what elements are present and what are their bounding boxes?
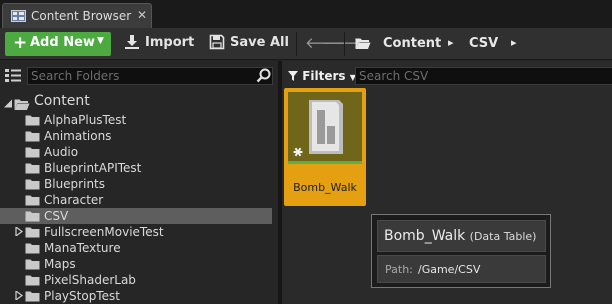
asset-name: Bomb_Walk	[293, 181, 357, 194]
save-all-label: Save All	[230, 35, 289, 50]
folder-label: Audio	[44, 145, 79, 159]
tooltip-body: Path: /Game/CSV	[377, 255, 546, 283]
tooltip-path-value: /Game/CSV	[418, 263, 481, 276]
plus-icon: +	[13, 33, 28, 53]
folder-icon	[25, 211, 40, 222]
folder-tree-item[interactable]: Maps	[0, 256, 272, 272]
import-button[interactable]: Import	[124, 32, 194, 56]
folder-icon	[25, 243, 40, 254]
close-icon[interactable]: ✕	[137, 8, 147, 22]
add-new-label: Add New	[30, 35, 95, 50]
breadcrumb-item-csv[interactable]: CSV	[469, 36, 498, 51]
filters-label: Filters	[302, 69, 346, 83]
search-folders-input[interactable]	[27, 67, 273, 85]
folder-tree-item[interactable]: AlphaPlusTest	[0, 112, 272, 128]
open-folder-icon	[355, 38, 371, 49]
breadcrumb-separator-icon[interactable]: ▸	[511, 36, 517, 49]
folder-label: Content	[34, 93, 90, 109]
expanded-arrow-icon[interactable]	[4, 99, 12, 108]
folder-label: CSV	[44, 209, 69, 223]
tab-content-browser[interactable]: Content Browser ✕	[2, 3, 152, 28]
tooltip-header: Bomb_Walk (Data Table)	[377, 220, 546, 252]
folder-tree-item[interactable]: PixelShaderLab	[0, 272, 272, 288]
chevron-down-icon: ▼	[97, 36, 104, 46]
collapsed-arrow-icon[interactable]	[15, 291, 23, 300]
collapsed-arrow-icon[interactable]	[15, 227, 23, 236]
folder-tree-item[interactable]: Animations	[0, 128, 272, 144]
funnel-icon	[288, 71, 298, 81]
asset-tile[interactable]: Bomb_Walk	[284, 88, 366, 206]
folder-label: BlueprintAPITest	[44, 161, 142, 175]
folder-label: Character	[44, 193, 104, 207]
toolbar-divider	[296, 32, 297, 56]
folder-icon	[25, 275, 40, 286]
save-all-button[interactable]: Save All	[209, 32, 289, 56]
tooltip-asset-type: (Data Table)	[469, 230, 537, 243]
filters-button[interactable]: Filters ▼	[288, 69, 356, 83]
folder-tree-root[interactable]: Content	[0, 93, 272, 110]
folder-tree-item[interactable]: CSV	[0, 208, 272, 224]
search-assets-input[interactable]	[355, 67, 612, 85]
open-folder-icon	[14, 99, 30, 110]
tab-label: Content Browser	[31, 9, 132, 23]
folder-label: AlphaPlusTest	[44, 113, 127, 127]
folder-icon	[25, 147, 40, 158]
tree-view-icon[interactable]	[5, 68, 21, 82]
tooltip-path-label: Path:	[385, 263, 413, 276]
folder-tree-item[interactable]: FullscreenMovieTest	[0, 224, 272, 240]
tooltip-asset-name: Bomb_Walk	[384, 228, 466, 244]
import-label: Import	[145, 35, 195, 50]
search-icon[interactable]	[256, 68, 271, 83]
folder-icon	[25, 115, 40, 126]
asset-tooltip: Bomb_Walk (Data Table) Path: /Game/CSV	[371, 214, 551, 288]
add-new-button[interactable]: + Add New ▼	[5, 32, 111, 56]
folder-tree-item[interactable]: Audio	[0, 144, 272, 160]
folder-icon	[25, 227, 40, 238]
tab-strip: Content Browser ✕	[0, 0, 612, 28]
folder-icon	[25, 291, 40, 302]
folder-icon	[25, 131, 40, 142]
folders-panel: Content AlphaPlusTest Animations Audio Bluep…	[0, 61, 278, 304]
content-browser-icon	[11, 10, 26, 22]
folder-tree-item[interactable]: Blueprints	[0, 176, 272, 192]
folder-tree-item[interactable]: Character	[0, 192, 272, 208]
folder-icon	[25, 163, 40, 174]
folder-tree-item[interactable]: BlueprintAPITest	[0, 160, 272, 176]
folder-tree-item[interactable]: PlayStopTest	[0, 288, 272, 304]
folder-label: FullscreenMovieTest	[44, 225, 164, 239]
folders-header	[0, 65, 278, 87]
folder-icon	[25, 195, 40, 206]
folder-label: Blueprints	[44, 177, 106, 191]
folder-label: PixelShaderLab	[44, 273, 136, 287]
folder-icon	[25, 259, 40, 270]
download-icon	[125, 35, 139, 49]
floppy-disk-icon	[209, 34, 225, 50]
asterisk-icon	[293, 147, 303, 157]
breadcrumb-separator-icon[interactable]: ▸	[448, 36, 454, 49]
folder-label: Animations	[44, 129, 112, 143]
toolbar-divider	[344, 32, 345, 56]
folder-label: ManaTexture	[44, 241, 121, 255]
folder-icon	[25, 179, 40, 190]
tooltip-title: Bomb_Walk (Data Table)	[384, 228, 536, 244]
assets-header: Filters ▼	[282, 65, 612, 87]
folder-label: Maps	[44, 257, 76, 271]
toolbar: + Add New ▼ Import Save All 🡐 🡒 Content …	[0, 28, 612, 60]
asset-thumbnail	[288, 92, 362, 164]
breadcrumb-item-content[interactable]: Content	[383, 36, 441, 51]
folder-tree-item[interactable]: ManaTexture	[0, 240, 272, 256]
data-table-icon	[293, 100, 343, 157]
folder-label: PlayStopTest	[44, 289, 120, 303]
